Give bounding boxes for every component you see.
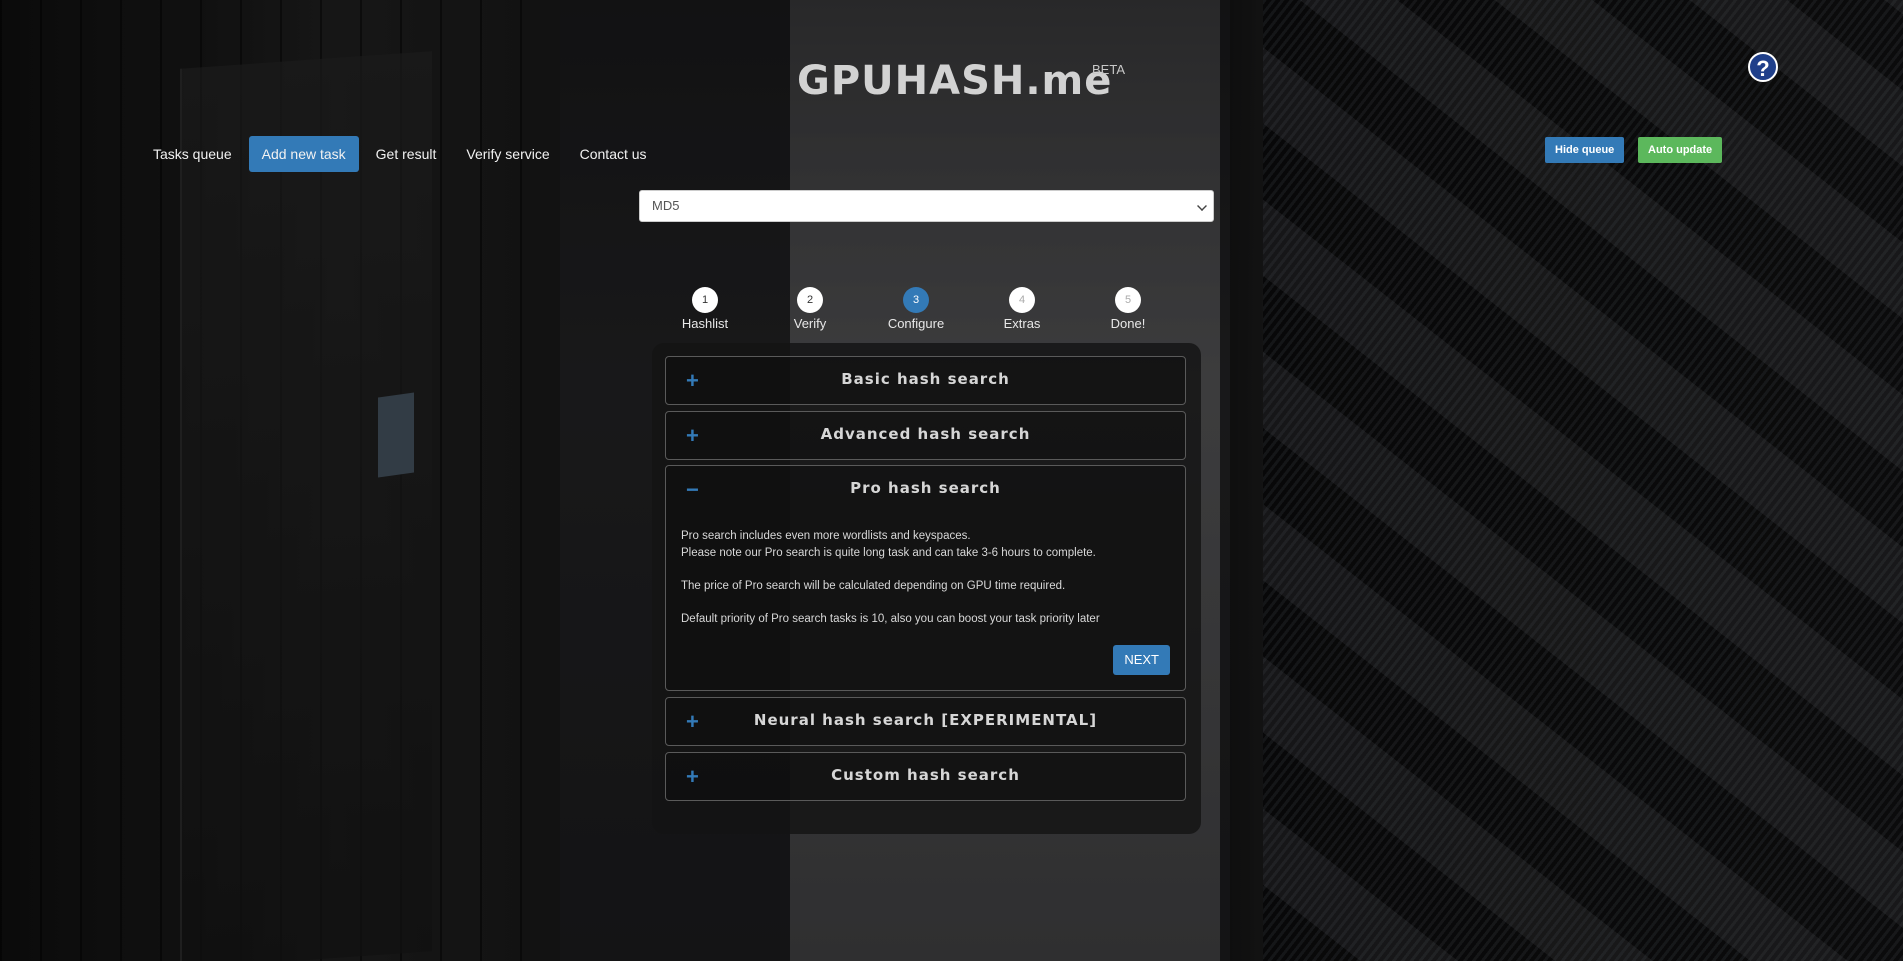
accordion-neural: + Neural hash search [EXPERIMENTAL]	[665, 697, 1186, 746]
hash-type-select[interactable]: MD5	[639, 190, 1214, 222]
step-number: 3	[903, 287, 929, 313]
accordion-title: Basic hash search	[841, 370, 1010, 388]
help-icon[interactable]: ?	[1748, 52, 1778, 82]
accordion-pro-header[interactable]: − Pro hash search	[666, 466, 1185, 514]
pro-duration-note: Please note our Pro search is quite long…	[681, 547, 1096, 559]
chevron-down-icon	[1197, 201, 1207, 211]
step-label: Done!	[1110, 316, 1146, 331]
nav-get-result[interactable]: Get result	[363, 136, 450, 172]
accordion-title: Advanced hash search	[820, 425, 1031, 443]
next-button[interactable]: NEXT	[1113, 645, 1170, 675]
accordion-title: Pro hash search	[850, 479, 1001, 497]
accordion-custom: + Custom hash search	[665, 752, 1186, 801]
accordion-basic-header[interactable]: + Basic hash search	[666, 357, 1185, 405]
step-number: 1	[692, 287, 718, 313]
step-label: Hashlist	[681, 316, 729, 331]
accordion-custom-header[interactable]: + Custom hash search	[666, 753, 1185, 801]
accordion-basic: + Basic hash search	[665, 356, 1186, 405]
site-logo[interactable]: GPUHASH.me	[797, 58, 1112, 104]
accordion-neural-header[interactable]: + Neural hash search [EXPERIMENTAL]	[666, 698, 1185, 746]
accordion-title: Neural hash search [EXPERIMENTAL]	[753, 711, 1098, 729]
step-label: Extras	[1003, 316, 1041, 331]
step-label: Configure	[887, 316, 945, 331]
step-number: 5	[1115, 287, 1141, 313]
step-done: 5 Done!	[1088, 287, 1168, 331]
accordion-advanced-header[interactable]: + Advanced hash search	[666, 412, 1185, 460]
step-number: 4	[1009, 287, 1035, 313]
main-nav: Tasks queue Add new task Get result Veri…	[140, 136, 660, 172]
nav-tasks-queue[interactable]: Tasks queue	[140, 136, 245, 172]
pro-priority-note: Default priority of Pro search tasks is …	[681, 613, 1100, 625]
step-configure[interactable]: 3 Configure	[876, 287, 956, 331]
nav-verify-service[interactable]: Verify service	[453, 136, 562, 172]
hash-type-value: MD5	[652, 198, 680, 213]
accordion-advanced: + Advanced hash search	[665, 411, 1186, 460]
step-label: Verify	[793, 316, 827, 331]
accordion-pro-body: Pro search includes even more wordlists …	[666, 514, 1185, 640]
step-hashlist[interactable]: 1 Hashlist	[665, 287, 745, 331]
pro-price-note: The price of Pro search will be calculat…	[681, 580, 1066, 592]
pro-description: Pro search includes even more wordlists …	[681, 530, 971, 542]
step-extras: 4 Extras	[982, 287, 1062, 331]
nav-add-new-task[interactable]: Add new task	[248, 136, 359, 172]
hide-queue-button[interactable]: Hide queue	[1545, 137, 1625, 163]
step-verify[interactable]: 2 Verify	[770, 287, 850, 331]
beta-badge: BETA	[1092, 62, 1125, 77]
step-number: 2	[797, 287, 823, 313]
search-type-panel: + Basic hash search + Advanced hash sear…	[652, 343, 1201, 834]
auto-update-button[interactable]: Auto update	[1638, 137, 1723, 163]
accordion-pro: − Pro hash search Pro search includes ev…	[665, 465, 1186, 691]
accordion-title: Custom hash search	[831, 766, 1020, 784]
nav-contact-us[interactable]: Contact us	[567, 136, 660, 172]
